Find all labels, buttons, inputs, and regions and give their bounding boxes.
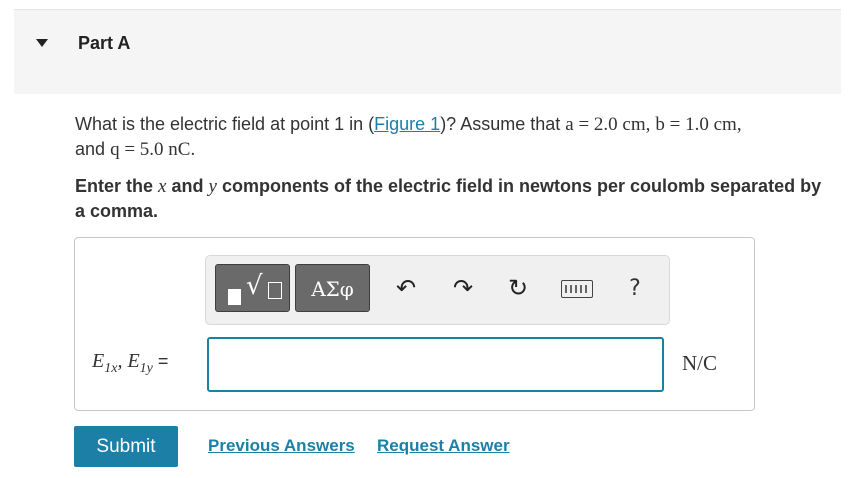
instruction-y: y <box>208 176 217 197</box>
instruction-part1: Enter the <box>75 176 154 196</box>
templates-icon <box>228 289 241 305</box>
label-separator: , <box>117 350 128 372</box>
instruction-text: Enter the x and y components of the elec… <box>75 174 835 224</box>
greek-button[interactable]: ΑΣφ <box>295 264 370 312</box>
part-title: Part A <box>78 33 131 53</box>
box-icon <box>268 282 282 299</box>
instruction-and: and <box>171 176 204 196</box>
a-value: a = 2.0 cm, <box>565 114 651 135</box>
and-label: and <box>75 139 106 159</box>
question-suffix: )? Assume that <box>440 114 561 134</box>
answer-label: E1x, E1y = <box>92 350 168 377</box>
question-prefix: What is the electric field at point 1 in… <box>75 114 375 134</box>
e-symbol-2: E <box>127 350 140 372</box>
figure-link[interactable]: Figure 1 <box>374 114 440 134</box>
radical-icon: √ <box>246 271 263 301</box>
part-header[interactable] <box>14 10 841 94</box>
answer-input[interactable] <box>207 337 664 392</box>
collapse-caret-icon[interactable] <box>36 39 48 47</box>
request-answer-link[interactable]: Request Answer <box>377 436 510 456</box>
keyboard-icon[interactable] <box>561 280 593 298</box>
submit-button[interactable]: Submit <box>74 426 178 467</box>
subscript-1y: 1y <box>139 361 153 376</box>
equals-sign: = <box>152 351 169 371</box>
answer-box: √ ΑΣφ ↶ ↷ ↻ ? E1x, E1y = N/C <box>74 237 755 411</box>
redo-icon[interactable]: ↷ <box>448 272 478 306</box>
math-toolbar: √ ΑΣφ ↶ ↷ ↻ ? <box>205 255 670 325</box>
undo-icon[interactable]: ↶ <box>391 272 421 306</box>
question-text: What is the electric field at point 1 in… <box>75 112 835 162</box>
help-icon[interactable]: ? <box>620 272 650 306</box>
b-value: b = 1.0 cm, <box>655 114 742 135</box>
units-label: N/C <box>682 351 718 375</box>
q-value: q = 5.0 nC. <box>110 139 196 160</box>
reset-icon[interactable]: ↻ <box>503 272 533 306</box>
previous-answers-link[interactable]: Previous Answers <box>208 436 355 456</box>
instruction-x: x <box>158 176 167 197</box>
subscript-1x: 1x <box>104 361 118 376</box>
templates-button[interactable]: √ <box>215 264 290 312</box>
e-symbol-1: E <box>92 350 105 372</box>
